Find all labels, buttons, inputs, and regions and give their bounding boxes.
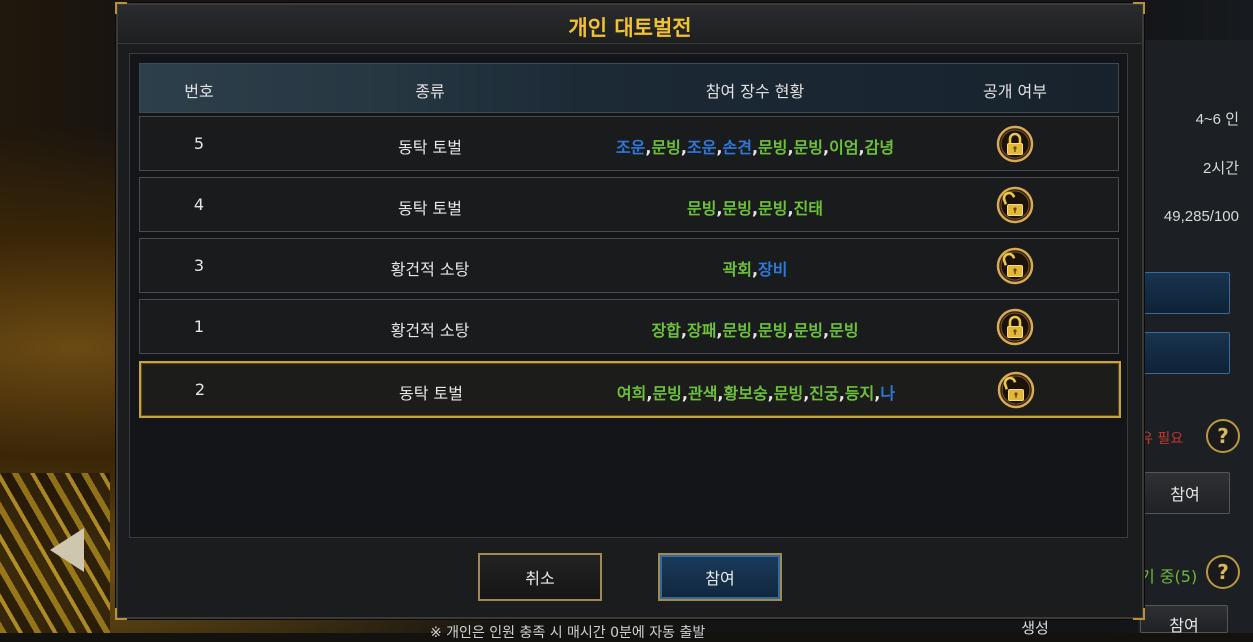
table-row[interactable]: 1 황건적 소탕 장합,장패,문빙,문빙,문빙,문빙 [139,299,1119,354]
participant-name: 문빙 [793,321,824,340]
row-participants: 곽회,장비 [560,256,950,280]
row-participants: 여희,문빙,관색,황보숭,문빙,진궁,등지,나 [561,380,951,404]
participant-name: 조운 [686,138,717,157]
participant-name: 여희 [616,384,647,403]
participant-name: 장합 [651,321,681,340]
row-participants: 조운,문빙,조운,손견,문빙,문빙,이엄,감녕 [560,134,950,158]
table-header: 번호 종류 참여 장수 현황 공개 여부 [139,63,1119,113]
row-number: 1 [193,317,205,336]
row-participants: 장합,장패,문빙,문빙,문빙,문빙 [560,317,950,341]
raid-list-dialog: 개인 대토벌전 번호 종류 참여 장수 현황 공개 여부 5 동탁 토벌 조운,문빙… [115,2,1145,620]
participant-name: 이엄 [829,138,859,157]
row-number: 2 [194,380,206,399]
requirement-text: 유 필요 [1140,431,1184,447]
row-number: 4 [193,195,205,214]
help-icon-2[interactable]: ? [1206,555,1240,589]
lock-closed-icon [996,308,1034,346]
table-row[interactable]: 2 동탁 토벌 여희,문빙,관색,황보숭,문빙,진궁,등지,나 [139,361,1121,418]
help-icon[interactable]: ? [1206,419,1240,453]
row-kind: 황건적 소탕 [390,321,470,340]
row-number: 3 [193,256,205,275]
corner-ornament [1133,608,1145,620]
participant-name: 문빙 [793,138,824,157]
left-arrow-icon[interactable] [50,528,84,572]
row-participants: 문빙,문빙,문빙,진태 [560,195,950,219]
raid-table: 번호 종류 참여 장수 현황 공개 여부 5 동탁 토벌 조운,문빙,조운,손견,문… [129,53,1128,538]
participant-name: 장비 [758,260,788,279]
participant-name: 문빙 [651,138,681,157]
dialog-title: 개인 대토벌전 [568,16,692,40]
dialog-title-bar: 개인 대토벌전 [118,5,1142,44]
progress-text: 49,285/100 [1163,208,1239,225]
participant-name: 문빙 [758,138,788,157]
row-kind: 동탁 토벌 [398,138,462,157]
duration-text: 2시간 [1203,160,1239,177]
participant-name: 조운 [615,138,646,157]
column-header-kind: 종류 [415,82,445,101]
participant-name: 진태 [793,199,824,218]
participant-name: 문빙 [722,321,752,340]
participant-name: 감녕 [864,138,895,157]
corner-ornament [115,608,127,620]
participant-name: 문빙 [686,199,717,218]
row-kind: 동탁 토벌 [399,384,463,403]
create-button[interactable]: 생성 [985,617,1085,637]
participant-name: 장패 [686,321,717,340]
participant-name: 문빙 [722,199,752,218]
row-kind: 황건적 소탕 [390,260,470,279]
participant-name: 문빙 [652,384,682,403]
players-range-text: 4~6 인 [1195,111,1239,128]
participant-name: 관색 [687,384,718,403]
row-kind: 동탁 토벌 [398,199,462,218]
table-row[interactable]: 3 황건적 소탕 곽회,장비 [139,238,1119,293]
participant-name: 등지 [844,384,875,403]
background-join-button-2[interactable]: 참여 [1140,605,1228,635]
column-header-public: 공개 여부 [983,82,1047,101]
lock-open-icon [996,186,1034,224]
column-header-number: 번호 [184,82,214,101]
table-row[interactable]: 5 동탁 토벌 조운,문빙,조운,손견,문빙,문빙,이엄,감녕 [139,116,1119,171]
row-number: 5 [193,134,205,153]
auto-start-notice: ※ 개인은 인원 충족 시 매시간 0분에 자동 출발 [430,625,706,641]
participant-name: 진궁 [809,384,839,403]
participant-name: 문빙 [773,384,804,403]
background-blue-button-1[interactable] [1140,272,1230,314]
lock-open-icon [996,247,1034,285]
participant-name: 곽회 [722,260,752,279]
join-button[interactable]: 참여 [658,553,782,601]
lock-closed-icon [996,125,1034,163]
lock-open-icon [997,371,1035,409]
participant-name: 문빙 [758,199,788,218]
participant-name: 손견 [722,138,752,157]
background-join-button[interactable]: 참여 [1140,472,1230,514]
participant-name: 문빙 [829,321,859,340]
column-header-participants: 참여 장수 현황 [705,82,805,101]
background-blue-button-2[interactable] [1140,332,1230,374]
participant-name: 문빙 [758,321,788,340]
table-row[interactable]: 4 동탁 토벌 문빙,문빙,문빙,진태 [139,177,1119,232]
waiting-count-text: 기 중(5) [1140,567,1198,586]
participant-name: 황보숭 [723,384,768,403]
cancel-button[interactable]: 취소 [478,553,602,601]
participant-name: 나 [880,384,896,403]
